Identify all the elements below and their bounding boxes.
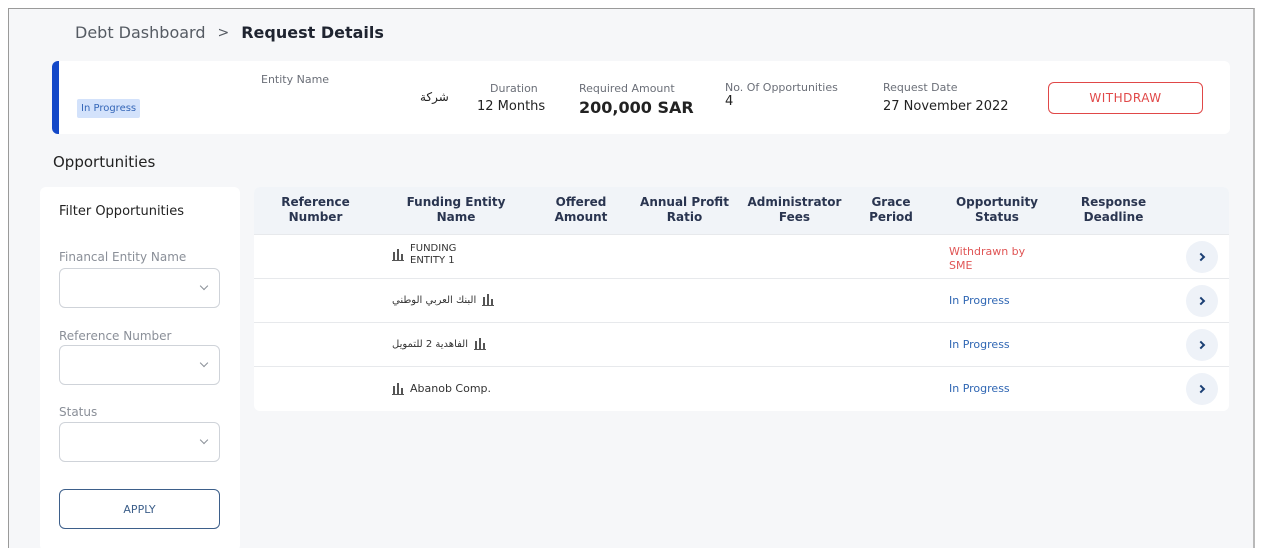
required-amount-value: 200,000 SAR [579,98,694,117]
duration-value: 12 Months [477,99,546,114]
breadcrumb: Debt Dashboard > Request Details [75,23,384,42]
col-annual-profit-ratio: Annual Profit Ratio [640,195,729,224]
status-accent-bar [52,61,59,134]
opportunity-status: In Progress [949,382,1010,395]
breadcrumb-current: Request Details [241,23,384,42]
table-row[interactable]: الفاهدية 2 للتمويل In Progress [254,322,1229,366]
row-details-button[interactable] [1186,373,1218,405]
table-row[interactable]: Abanob Comp. In Progress [254,366,1229,410]
reference-number-label: Reference Number [59,329,172,343]
entity-name-value: شركة [420,90,449,104]
withdraw-button[interactable]: WITHDRAW [1048,82,1203,114]
row-details-button[interactable] [1186,285,1218,317]
col-offered-amount: Offered Amount [554,195,608,224]
opportunities-table: Reference Number Funding Entity Name Off… [254,187,1229,411]
funding-entity-cell: الفاهدية 2 للتمويل [392,338,487,350]
entity-name-label: Entity Name [261,73,330,86]
status-select[interactable] [59,422,220,462]
opportunities-count-label: No. Of Opportunities [725,81,838,94]
opportunity-status: In Progress [949,294,1010,307]
financial-entity-label: Financal Entity Name [59,250,187,264]
chevron-down-icon [199,281,209,291]
table-row[interactable]: البنك العربي الوطني In Progress [254,278,1229,322]
bank-icon [482,294,495,306]
funding-entity-cell: FUNDING ENTITY 1 [392,243,470,267]
request-date-value: 27 November 2022 [883,99,1009,114]
status-badge: In Progress [77,99,141,118]
chevron-down-icon [199,358,209,368]
filter-title: Filter Opportunities [59,204,185,219]
app-frame: Debt Dashboard > Request Details In Prog… [8,8,1255,551]
financial-entity-select[interactable] [59,268,220,308]
breadcrumb-debt-dashboard[interactable]: Debt Dashboard [75,23,205,42]
chevron-right-icon [1196,384,1206,394]
bank-icon [392,382,404,395]
opportunity-status: Withdrawn by SME [949,245,1026,272]
filter-panel: Filter Opportunities Financal Entity Nam… [40,187,240,551]
reference-number-select[interactable] [59,345,220,385]
request-summary-card: In Progress Entity Name شركة Duration 12… [52,61,1230,134]
apply-button[interactable]: APPLY [59,489,220,529]
bank-icon [392,249,404,261]
opportunities-count-value: 4 [725,94,734,109]
opportunity-status: In Progress [949,338,1010,351]
row-details-button[interactable] [1186,241,1218,273]
request-date-label: Request Date [883,81,958,94]
status-label: Status [59,405,98,419]
table-header: Reference Number Funding Entity Name Off… [254,187,1229,234]
opportunities-title: Opportunities [53,153,156,171]
bank-icon [474,338,487,350]
row-details-button[interactable] [1186,329,1218,361]
chevron-right-icon [1196,296,1206,306]
chevron-right-icon [1196,340,1206,350]
col-reference-number: Reference Number [281,195,350,224]
col-opportunity-status: Opportunity Status [955,195,1039,224]
duration-label: Duration [490,82,538,95]
required-amount-label: Required Amount [579,82,675,95]
col-response-deadline: Response Deadline [1080,195,1147,224]
col-grace-period: Grace Period [869,195,913,224]
col-administrator-fees: Administrator Fees [747,195,842,224]
funding-entity-cell: Abanob Comp. [392,382,491,395]
chevron-down-icon [199,435,209,445]
chevron-right-icon [1196,252,1206,262]
breadcrumb-separator: > [217,24,230,41]
col-funding-entity-name: Funding Entity Name [406,195,506,224]
table-row[interactable]: FUNDING ENTITY 1 Withdrawn by SME [254,234,1229,278]
funding-entity-cell: البنك العربي الوطني [392,294,495,306]
